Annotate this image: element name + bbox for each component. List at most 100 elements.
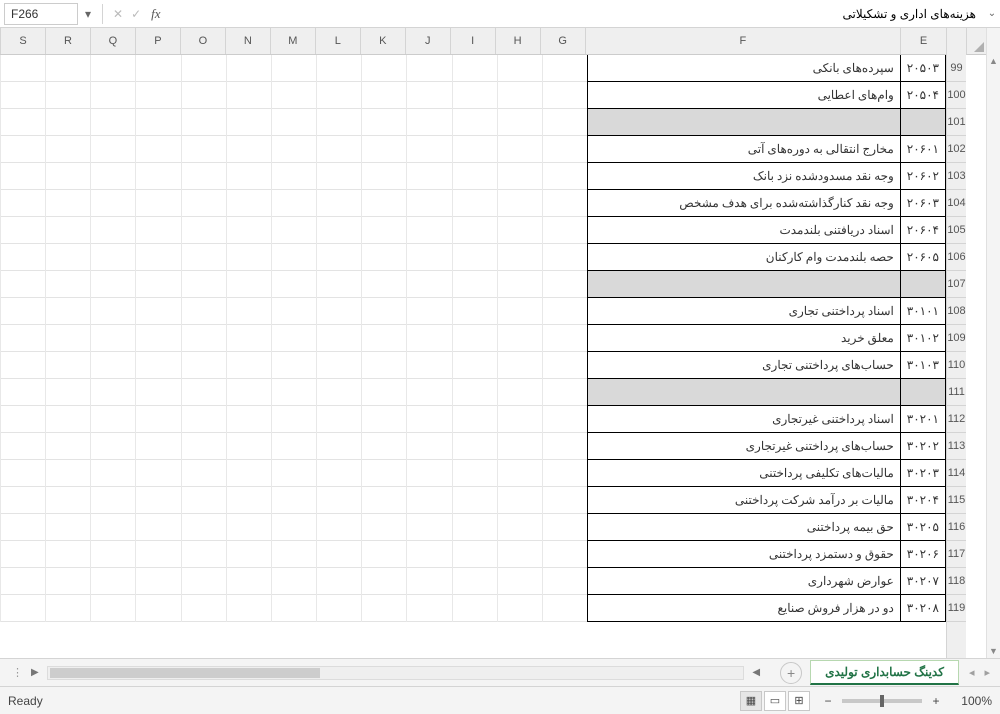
cell[interactable] <box>497 271 542 298</box>
cell[interactable] <box>361 595 406 622</box>
row-header[interactable]: 118 <box>947 568 966 595</box>
cell[interactable] <box>271 163 316 190</box>
cell[interactable] <box>406 271 451 298</box>
row-header[interactable]: 113 <box>947 433 966 460</box>
cell[interactable] <box>452 136 497 163</box>
cell[interactable] <box>181 190 226 217</box>
cell[interactable]: ۲۰۵۰۳ <box>900 55 946 82</box>
cell[interactable] <box>497 136 542 163</box>
cell[interactable] <box>0 217 45 244</box>
cell[interactable] <box>497 217 542 244</box>
cell[interactable] <box>0 460 45 487</box>
cell[interactable] <box>452 379 497 406</box>
cell[interactable] <box>316 190 361 217</box>
cell[interactable] <box>497 244 542 271</box>
cell[interactable] <box>90 298 135 325</box>
cell[interactable] <box>181 55 226 82</box>
cell[interactable] <box>497 190 542 217</box>
cell[interactable] <box>135 163 180 190</box>
cell[interactable]: حساب‌های پرداختنی تجاری <box>587 352 900 379</box>
cell[interactable] <box>587 271 900 298</box>
row-header[interactable]: 101 <box>947 109 966 136</box>
cell[interactable] <box>316 136 361 163</box>
cell[interactable] <box>316 406 361 433</box>
hscroll-thumb[interactable] <box>50 668 320 678</box>
cell[interactable] <box>45 217 90 244</box>
cell[interactable] <box>226 568 271 595</box>
cell[interactable]: ۳۰۲۰۳ <box>900 460 946 487</box>
cell[interactable]: اسناد پرداختنی غیرتجاری <box>587 406 900 433</box>
cell[interactable]: ۳۰۱۰۲ <box>900 325 946 352</box>
cell[interactable] <box>452 217 497 244</box>
hscroll-track[interactable] <box>47 666 745 680</box>
cell[interactable] <box>135 298 180 325</box>
cell[interactable] <box>181 82 226 109</box>
column-header-R[interactable]: R <box>45 28 90 54</box>
cell[interactable] <box>135 55 180 82</box>
sheet-tab-active[interactable]: کدینگ حسابداری تولیدی <box>810 660 959 685</box>
cell[interactable] <box>135 82 180 109</box>
cell[interactable] <box>271 352 316 379</box>
cell[interactable] <box>542 190 587 217</box>
cell[interactable] <box>406 190 451 217</box>
accept-icon[interactable]: ✓ <box>131 7 141 21</box>
cell[interactable] <box>181 109 226 136</box>
cell[interactable] <box>135 406 180 433</box>
cell[interactable]: مالیات بر درآمد شرکت پرداختنی <box>587 487 900 514</box>
add-sheet-button[interactable]: + <box>780 662 802 684</box>
cell[interactable]: معلق خرید <box>587 325 900 352</box>
formula-expand-icon[interactable]: ⌄ <box>984 8 1000 19</box>
cell[interactable]: سپرده‌های بانکی <box>587 55 900 82</box>
cell[interactable] <box>271 541 316 568</box>
column-header-J[interactable]: J <box>405 28 450 54</box>
cell[interactable]: ۳۰۲۰۸ <box>900 595 946 622</box>
cell[interactable] <box>181 271 226 298</box>
cell[interactable] <box>226 217 271 244</box>
cell[interactable] <box>226 406 271 433</box>
cell[interactable] <box>0 82 45 109</box>
cell[interactable] <box>406 352 451 379</box>
cell[interactable] <box>90 406 135 433</box>
cell[interactable] <box>226 433 271 460</box>
cell[interactable] <box>0 136 45 163</box>
cell[interactable] <box>271 406 316 433</box>
cell[interactable] <box>497 595 542 622</box>
cell[interactable] <box>226 325 271 352</box>
cell[interactable] <box>452 514 497 541</box>
cell[interactable] <box>361 568 406 595</box>
row-header[interactable]: 102 <box>947 136 966 163</box>
scroll-up-icon[interactable]: ▲ <box>987 56 1000 66</box>
row-header[interactable]: 117 <box>947 541 966 568</box>
cell[interactable] <box>452 406 497 433</box>
cell[interactable]: وجه نقد مسدودشده نزد بانک <box>587 163 900 190</box>
cell[interactable] <box>226 163 271 190</box>
cell[interactable] <box>226 487 271 514</box>
column-header-L[interactable]: L <box>315 28 360 54</box>
cell[interactable] <box>316 55 361 82</box>
cell[interactable] <box>406 163 451 190</box>
cell[interactable]: حق بیمه پرداختنی <box>587 514 900 541</box>
cell[interactable] <box>271 487 316 514</box>
cell[interactable]: ۲۰۶۰۱ <box>900 136 946 163</box>
cell[interactable]: عوارض شهرداری <box>587 568 900 595</box>
cell[interactable] <box>0 325 45 352</box>
row-header[interactable]: 99 <box>947 55 966 82</box>
cell[interactable] <box>45 55 90 82</box>
cell[interactable] <box>0 298 45 325</box>
cell[interactable] <box>542 325 587 352</box>
cell[interactable] <box>226 352 271 379</box>
cell[interactable] <box>542 352 587 379</box>
cell[interactable] <box>361 379 406 406</box>
cell[interactable] <box>497 352 542 379</box>
cell[interactable] <box>542 406 587 433</box>
cell[interactable] <box>45 109 90 136</box>
cell[interactable] <box>45 514 90 541</box>
cell[interactable] <box>497 460 542 487</box>
cell[interactable] <box>316 109 361 136</box>
cell[interactable] <box>90 379 135 406</box>
cell[interactable] <box>0 541 45 568</box>
cell[interactable] <box>361 325 406 352</box>
cell[interactable] <box>181 406 226 433</box>
cell[interactable] <box>900 109 946 136</box>
cell[interactable] <box>45 595 90 622</box>
